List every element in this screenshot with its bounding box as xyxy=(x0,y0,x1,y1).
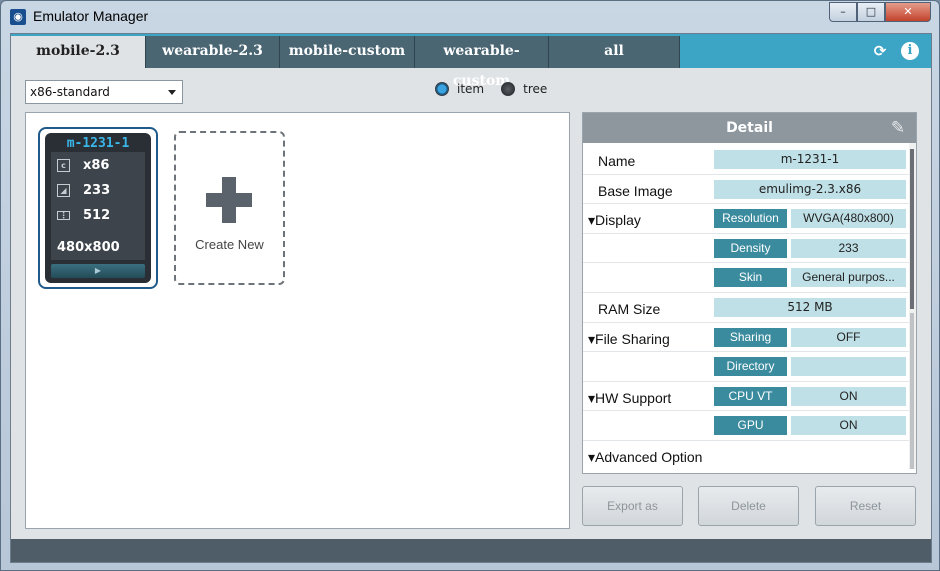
display-label-text: Display xyxy=(595,212,641,229)
cpu-spec: c x86 xyxy=(57,158,109,173)
detail-row-name: Name m-1231-1 xyxy=(583,145,909,175)
sharing-key: Sharing xyxy=(714,327,787,347)
file-sharing-label[interactable]: ▾File Sharing xyxy=(588,331,670,348)
resolution-value-field: WVGA(480x800) xyxy=(791,209,906,229)
tab-mobile-custom[interactable]: mobile-custom xyxy=(280,36,415,68)
title-bar: ◉ Emulator Manager – □ ✕ xyxy=(1,1,939,33)
refresh-icon[interactable]: ⟳ xyxy=(871,42,889,60)
detail-row-file-sharing: ▾File Sharing Sharing OFF xyxy=(583,323,909,353)
gpu-key: GPU xyxy=(714,416,787,436)
window-title: Emulator Manager xyxy=(33,8,149,24)
directory-key: Directory xyxy=(714,357,787,377)
scroll-thumb[interactable] xyxy=(910,149,914,309)
tab-all[interactable]: all xyxy=(549,36,680,68)
tab-bar: mobile-2.3 wearable-2.3 mobile-custom we… xyxy=(11,34,931,89)
detail-row-base-image: Base Image emulimg-2.3.x86 xyxy=(583,175,909,205)
detail-row-hw-support: ▾HW Support CPU VT ON xyxy=(583,382,909,412)
tree-view-radio[interactable] xyxy=(501,82,516,96)
density-spec: ◢ 233 xyxy=(57,183,110,198)
ram-size-value: 512 MB xyxy=(714,298,906,317)
plus-icon-bar xyxy=(206,193,252,207)
chevron-down-icon xyxy=(168,90,176,95)
skin-key: Skin xyxy=(714,268,787,288)
density-icon: ◢ xyxy=(57,184,70,197)
cpu-vt-value-field: ON xyxy=(791,386,906,406)
launch-button[interactable]: ▶ xyxy=(51,264,145,278)
detail-row-density: Density 233 xyxy=(583,234,909,264)
tab-mobile-2-3[interactable]: mobile-2.3 xyxy=(11,36,146,68)
scroll-track xyxy=(910,313,914,469)
resolution-value: 480x800 xyxy=(57,240,120,255)
advanced-option-label[interactable]: ▾Advanced Option xyxy=(588,449,702,466)
emulator-card[interactable]: m-1231-1 c x86 ◢ 233 ⋮ 512 480x800 ▶ xyxy=(38,127,158,289)
advanced-option-label-text: Advanced Option xyxy=(595,449,703,465)
detail-row-ram: RAM Size 512 MB xyxy=(583,293,909,323)
detail-row-display: ▾Display Resolution WVGA(480x800) xyxy=(583,204,909,234)
view-mode-toggle: item tree xyxy=(435,82,564,96)
main-client-area: mobile-2.3 wearable-2.3 mobile-custom we… xyxy=(10,33,932,563)
status-bar xyxy=(11,539,931,562)
window-controls: – □ ✕ xyxy=(829,2,931,22)
detail-row-skin: Skin General purpos... xyxy=(583,263,909,293)
base-image-value: emulimg-2.3.x86 xyxy=(714,179,906,199)
image-filter-select[interactable]: x86-standard xyxy=(25,80,183,104)
ram-value: 512 xyxy=(83,208,111,223)
hw-support-label[interactable]: ▾HW Support xyxy=(588,390,671,407)
tree-view-label: tree xyxy=(523,82,548,96)
name-value: m-1231-1 xyxy=(714,150,906,169)
density-value: 233 xyxy=(83,183,111,198)
item-view-radio[interactable] xyxy=(435,82,449,96)
resolution-key: Resolution xyxy=(714,209,787,229)
create-new-label: Create New xyxy=(195,237,264,252)
file-sharing-label-text: File Sharing xyxy=(595,330,670,347)
display-label[interactable]: ▾Display xyxy=(588,212,641,229)
maximize-button[interactable]: □ xyxy=(857,2,885,22)
directory-value-field xyxy=(791,357,906,377)
emulator-card-body: m-1231-1 c x86 ◢ 233 ⋮ 512 480x800 ▶ xyxy=(45,133,151,283)
detail-panel: Detail ✎ Name m-1231-1 Base Image emulim… xyxy=(582,112,917,474)
emulator-list-panel: m-1231-1 c x86 ◢ 233 ⋮ 512 480x800 ▶ Cre… xyxy=(25,112,570,529)
detail-row-directory: Directory xyxy=(583,352,909,382)
minimize-button[interactable]: – xyxy=(829,2,857,22)
export-as-button[interactable]: Export as xyxy=(582,486,683,526)
tab-wearable-custom[interactable]: wearable-custom xyxy=(415,36,549,89)
emulator-manager-window: ◉ Emulator Manager – □ ✕ mobile-2.3 wear… xyxy=(0,0,940,571)
ram-size-label: RAM Size xyxy=(598,301,661,317)
emulator-app-icon: ◉ xyxy=(10,9,26,25)
hw-support-label-text: HW Support xyxy=(595,389,672,406)
delete-button[interactable]: Delete xyxy=(698,486,799,526)
info-icon[interactable]: i xyxy=(901,42,919,60)
ram-spec: ⋮ 512 xyxy=(57,208,110,223)
image-filter-value: x86-standard xyxy=(30,85,110,99)
density-key: Density xyxy=(714,238,787,258)
detail-title: Detail xyxy=(726,120,773,136)
emulator-name: m-1231-1 xyxy=(66,136,130,151)
item-view-label: item xyxy=(457,82,485,96)
cpu-value: x86 xyxy=(83,158,110,173)
cpu-vt-key: CPU VT xyxy=(714,386,787,406)
ram-icon: ⋮ xyxy=(57,211,70,220)
close-button[interactable]: ✕ xyxy=(885,2,931,22)
reset-button[interactable]: Reset xyxy=(815,486,916,526)
sharing-value-field: OFF xyxy=(791,327,906,347)
name-label: Name xyxy=(598,153,636,169)
emulator-screen: c x86 ◢ 233 ⋮ 512 480x800 xyxy=(51,152,145,260)
create-new-button[interactable]: Create New xyxy=(174,131,285,285)
skin-value-field: General purpos... xyxy=(791,268,906,288)
base-image-label: Base Image xyxy=(598,182,673,199)
detail-header: Detail ✎ xyxy=(583,113,916,143)
gpu-value-field: ON xyxy=(791,416,906,436)
detail-row-gpu: GPU ON xyxy=(583,411,909,441)
density-value-field: 233 xyxy=(791,238,906,258)
tab-wearable-2-3[interactable]: wearable-2.3 xyxy=(146,36,280,68)
detail-scrollbar[interactable] xyxy=(909,143,916,469)
cpu-icon: c xyxy=(57,159,70,172)
edit-icon[interactable]: ✎ xyxy=(888,118,908,138)
detail-row-advanced: ▾Advanced Option xyxy=(583,441,909,471)
